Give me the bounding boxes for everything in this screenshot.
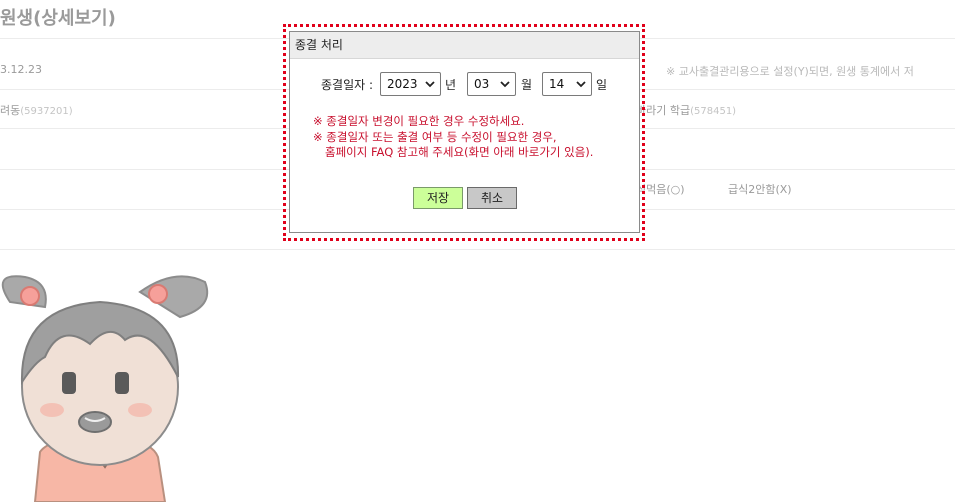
class-name-label: 려동 — [0, 104, 21, 117]
close-case-dialog: 종결 처리 종결일자 : 2023 년 03 월 14 일 ※ 종결일자 변경이… — [289, 31, 640, 233]
year-select-value: 2023 — [387, 77, 418, 91]
page-title: 원생(상세보기) — [0, 8, 116, 29]
chevron-down-icon — [425, 81, 435, 88]
notice-line: ※ 종결일자 변경이 필요한 경우 수정하세요. — [313, 114, 525, 128]
meal-option-no[interactable]: 급식2안함(X) — [728, 181, 792, 197]
group-name: 바라기 학급(578451) — [636, 102, 736, 118]
chevron-down-icon — [500, 81, 510, 88]
class-name: 려동(5937201) — [0, 102, 73, 118]
girl-mascot-illustration — [1, 275, 209, 502]
class-code: (5937201) — [20, 106, 73, 117]
year-select[interactable]: 2023 — [380, 72, 441, 96]
month-select[interactable]: 03 — [467, 72, 516, 96]
month-unit: 월 — [521, 78, 533, 92]
divider — [0, 249, 955, 250]
day-unit: 일 — [596, 78, 608, 92]
month-select-value: 03 — [474, 77, 490, 91]
start-date-value: 3.12.23 — [0, 63, 42, 76]
close-date-label: 종결일자 : — [321, 78, 374, 92]
year-unit: 년 — [445, 78, 457, 92]
group-code: (578451) — [690, 106, 737, 117]
notice-line: ※ 종결일자 또는 출결 여부 등 수정이 필요한 경우, — [313, 129, 557, 144]
teacher-attendance-note: ※ 교사출결관리용으로 설정(Y)되면, 원생 통계에서 저 — [666, 65, 914, 78]
notice-text: ※ 종결일자 변경이 필요한 경우 수정하세요. ※ 종결일자 또는 출결 여부… — [313, 114, 593, 161]
day-select[interactable]: 14 — [542, 72, 592, 96]
save-button[interactable]: 저장 — [413, 187, 463, 209]
notice-line: 홈페이지 FAQ 참고해 주세요(화면 아래 바로가기 있음). — [325, 145, 594, 159]
dialog-title: 종결 처리 — [290, 32, 639, 59]
day-select-value: 14 — [549, 77, 565, 91]
cancel-button[interactable]: 취소 — [467, 187, 517, 209]
chevron-down-icon — [576, 81, 586, 88]
